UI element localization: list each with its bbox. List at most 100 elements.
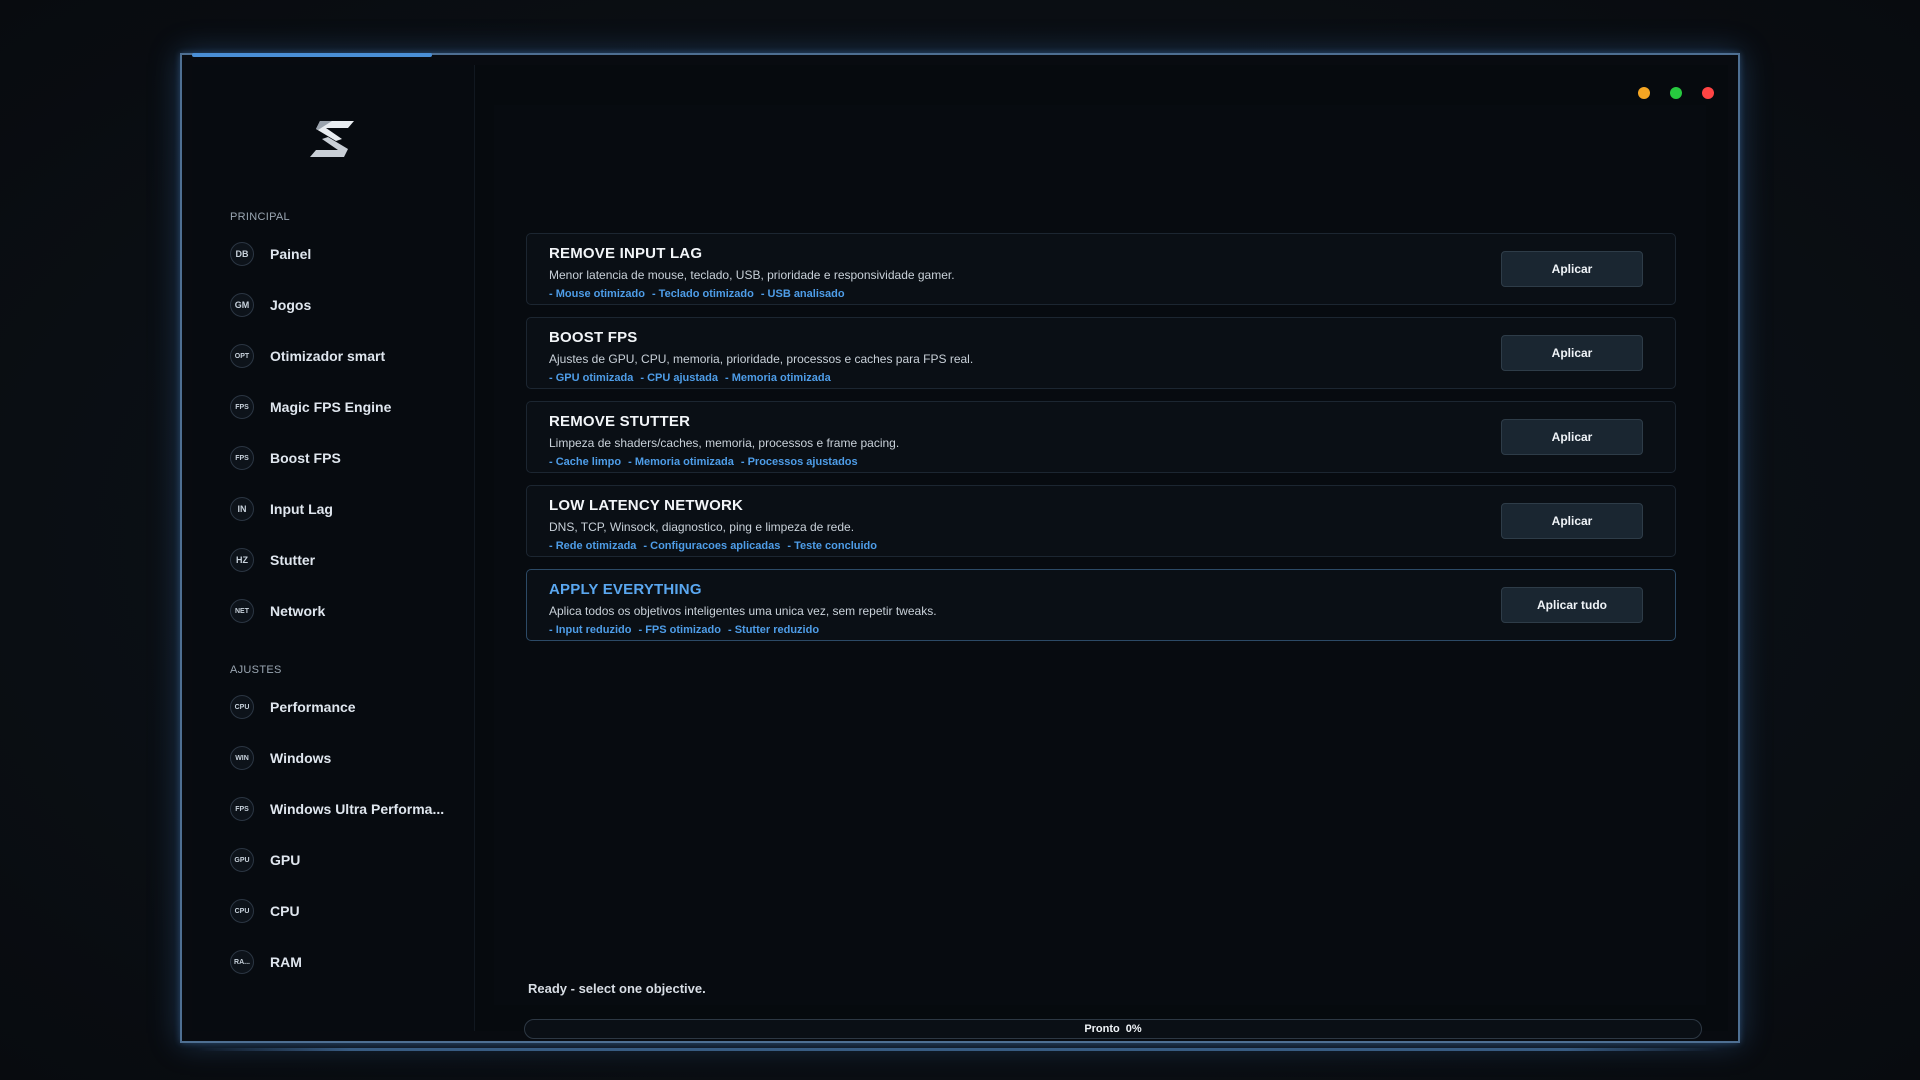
app-window: PRINCIPAL DB Painel GM Jogos OPT Otimizador sm… [180, 53, 1740, 1051]
window-content: PRINCIPAL DB Painel GM Jogos OPT Otimizador sm… [192, 65, 1728, 1039]
card-title: LOW LATENCY NETWORK [549, 497, 744, 514]
sidebar-item-label: CPU [270, 903, 300, 919]
sidebar-item-input-lag[interactable]: IN Input Lag [230, 492, 460, 526]
sidebar-item-cpu[interactable]: CPU CPU [230, 894, 460, 928]
card-tag: - Rede otimizada [549, 540, 637, 552]
card-title: REMOVE INPUT LAG [549, 245, 703, 262]
sidebar-item-label: Network [270, 603, 326, 619]
nav-badge-icon: IN [230, 497, 254, 521]
apply-button[interactable]: Aplicar [1501, 503, 1643, 539]
card-tags: - Rede otimizada - Configuracoes aplicada… [549, 540, 884, 552]
sidebar-item-boost-fps[interactable]: FPS Boost FPS [230, 441, 460, 475]
sidebar-item-label: Windows [270, 750, 332, 766]
status-message: Ready - select one objective. [528, 981, 706, 996]
close-button[interactable] [1702, 87, 1714, 99]
sidebar-section-label: PRINCIPAL [230, 211, 290, 223]
card-title: BOOST FPS [549, 329, 638, 346]
sidebar-item-jogos[interactable]: GM Jogos [230, 288, 460, 322]
progress-percent-text: 0% [1125, 1023, 1142, 1035]
nav-badge-icon: HZ [230, 548, 254, 572]
window-loading-bar [192, 53, 432, 57]
window-bottom-glow [198, 1048, 1718, 1051]
card-tag: - Mouse otimizado [549, 288, 645, 300]
main-area: REMOVE INPUT LAG Menor latencia de mouse,… [474, 65, 1728, 1039]
sidebar-item-label: RAM [270, 954, 302, 970]
card-tags: - Mouse otimizado - Teclado otimizado - US… [549, 288, 852, 300]
sidebar-item-label: Performance [270, 699, 356, 715]
sidebar-item-gpu[interactable]: GPU GPU [230, 843, 460, 877]
minimize-button[interactable] [1638, 87, 1650, 99]
sidebar-item-windows-ultra-performa[interactable]: FPS Windows Ultra Performa... [230, 792, 460, 826]
card-tag: - FPS otimizado [638, 624, 721, 636]
sidebar-item-painel[interactable]: DB Painel [230, 237, 460, 271]
nav-badge-icon: CPU [230, 695, 254, 719]
sidebar: PRINCIPAL DB Painel GM Jogos OPT Otimizador sm… [192, 65, 475, 1031]
sidebar-item-magic-fps-engine[interactable]: FPS Magic FPS Engine [230, 390, 460, 424]
card-tag: - Configuracoes aplicadas [643, 540, 781, 552]
sidebar-item-label: Otimizador smart [270, 348, 386, 364]
nav-badge-icon: OPT [230, 344, 254, 368]
card-tag: - GPU otimizada [549, 372, 634, 384]
apply-button[interactable]: Aplicar [1501, 251, 1643, 287]
desktop: PRINCIPAL DB Painel GM Jogos OPT Otimizador sm… [0, 0, 1920, 1080]
maximize-button[interactable] [1670, 87, 1682, 99]
nav-badge-icon: NET [230, 599, 254, 623]
card-tag: - Processos ajustados [740, 456, 858, 468]
sidebar-item-label: Painel [270, 246, 312, 262]
sidebar-item-label: Boost FPS [270, 450, 341, 466]
card-description: DNS, TCP, Winsock, diagnostico, ping e l… [549, 520, 855, 534]
card-tag: - Memoria otimizada [724, 372, 831, 384]
card-tag: - USB analisado [760, 288, 845, 300]
apply-button[interactable]: Aplicar [1501, 335, 1643, 371]
card-tags: - Cache limpo - Memoria otimizada - Proces… [549, 456, 865, 468]
objective-card: BOOST FPS Ajustes de GPU, CPU, memoria, p… [526, 317, 1676, 389]
nav-badge-icon: FPS [230, 446, 254, 470]
apply-all-button[interactable]: Aplicar tudo [1501, 587, 1643, 623]
objective-card: APPLY EVERYTHING Aplica todos os objetivo… [526, 569, 1676, 641]
nav-badge-icon: FPS [230, 395, 254, 419]
card-tag: - Teste concluido [787, 540, 877, 552]
sidebar-section-label: AJUSTES [230, 664, 282, 676]
sidebar-item-label: Stutter [270, 552, 316, 568]
objective-card: LOW LATENCY NETWORK DNS, TCP, Winsock, di… [526, 485, 1676, 557]
card-tag: - Teclado otimizado [651, 288, 754, 300]
sidebar-item-ram[interactable]: RA... RAM [230, 945, 460, 979]
objective-card: REMOVE INPUT LAG Menor latencia de mouse,… [526, 233, 1676, 305]
nav-badge-icon: DB [230, 242, 254, 266]
sidebar-item-label: Magic FPS Engine [270, 399, 392, 415]
card-tag: - Stutter reduzido [727, 624, 820, 636]
card-tag: - Memoria otimizada [628, 456, 734, 468]
card-description: Limpeza de shaders/caches, memoria, proc… [549, 436, 900, 450]
nav-badge-icon: FPS [230, 797, 254, 821]
sidebar-item-otimizador-smart[interactable]: OPT Otimizador smart [230, 339, 460, 373]
sidebar-item-network[interactable]: NET Network [230, 594, 460, 628]
nav-badge-icon: WIN [230, 746, 254, 770]
sidebar-item-label: Windows Ultra Performa... [270, 801, 445, 817]
s-logo-icon [310, 121, 354, 157]
card-description: Ajustes de GPU, CPU, memoria, prioridade… [549, 352, 974, 366]
sidebar-item-performance[interactable]: CPU Performance [230, 690, 460, 724]
card-description: Aplica todos os objetivos inteligentes u… [549, 604, 937, 618]
progress-bar: Pronto 0% [524, 1019, 1702, 1039]
nav-badge-icon: RA... [230, 950, 254, 974]
sidebar-item-windows[interactable]: WIN Windows [230, 741, 460, 775]
nav-badge-icon: GPU [230, 848, 254, 872]
card-tag: - CPU ajustada [640, 372, 718, 384]
nav-badge-icon: CPU [230, 899, 254, 923]
card-tags: - Input reduzido - FPS otimizado - Stutter… [549, 624, 826, 636]
sidebar-item-label: Jogos [270, 297, 312, 313]
card-description: Menor latencia de mouse, teclado, USB, p… [549, 268, 955, 282]
main-panel: REMOVE INPUT LAG Menor latencia de mouse,… [494, 105, 1706, 1039]
nav-badge-icon: GM [230, 293, 254, 317]
card-tag: - Input reduzido [549, 624, 632, 636]
card-title: REMOVE STUTTER [549, 413, 691, 430]
progress-status-text: Pronto [1084, 1023, 1120, 1035]
objective-card: REMOVE STUTTER Limpeza de shaders/caches,… [526, 401, 1676, 473]
sidebar-item-stutter[interactable]: HZ Stutter [230, 543, 460, 577]
sidebar-item-label: GPU [270, 852, 301, 868]
card-tag: - Cache limpo [549, 456, 622, 468]
apply-button[interactable]: Aplicar [1501, 419, 1643, 455]
card-title: APPLY EVERYTHING [549, 581, 702, 598]
card-tags: - GPU otimizada - CPU ajustada - Memoria o… [549, 372, 838, 384]
sidebar-item-label: Input Lag [270, 501, 333, 517]
